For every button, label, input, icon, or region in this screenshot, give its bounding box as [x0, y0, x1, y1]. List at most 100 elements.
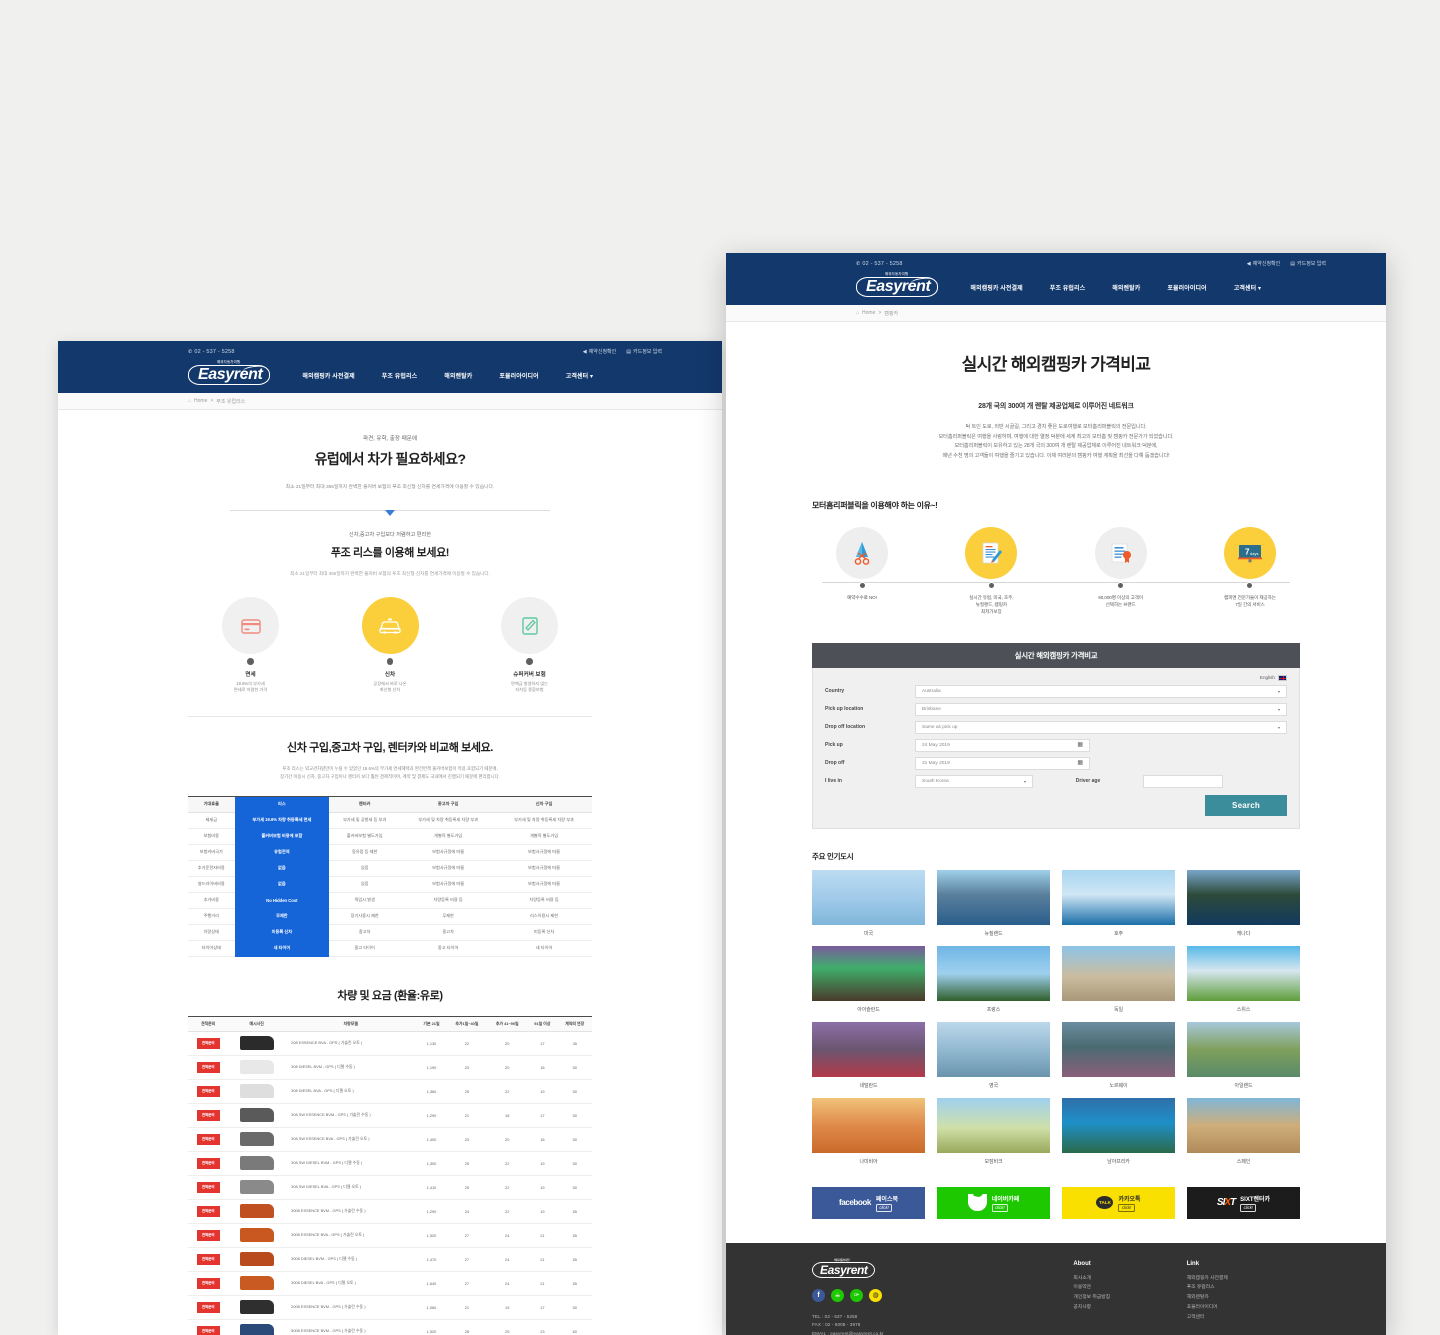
inquiry-button[interactable]: 견적문의 — [196, 1229, 220, 1241]
inquiry-button[interactable]: 견적문의 — [196, 1181, 220, 1193]
city-card-mountain-lake[interactable]: 캐나다 — [1187, 869, 1300, 937]
naver-blog-icon[interactable]: ✑ — [850, 1288, 863, 1302]
city-card-fjord[interactable]: 노르웨이 — [1062, 1021, 1175, 1089]
back-nav-item-3[interactable]: 포뮬러아이디어 — [499, 371, 538, 380]
car-icon — [379, 618, 401, 634]
city-card-milford-sound[interactable]: 뉴질랜드 — [937, 869, 1050, 937]
city-card-statue-of-liberty[interactable]: 미국 — [812, 869, 925, 937]
footer-link-1[interactable]: 푸조 유럽리스 — [1187, 1283, 1300, 1293]
nav-item-campervan-prepay[interactable]: 해외캠핑카 사전결제 — [970, 283, 1022, 292]
back-feature-2[interactable]: 슈퍼커버 보험 면책금 발생하지 않는 자차등 종합보험 — [477, 597, 582, 694]
back-nav-item-1[interactable]: 푸조 유럽리스 — [382, 371, 418, 380]
back-feature-1[interactable]: 신차 공장에서 바로 나온 최신형 신차 — [338, 597, 443, 694]
footer-about-link-1[interactable]: 이용약관 — [1073, 1283, 1186, 1293]
dropoff-location-select[interactable]: Same as pick up ▾ — [915, 720, 1287, 734]
facebook-icon[interactable]: f — [812, 1288, 825, 1302]
footer-link-0[interactable]: 해외캠핑카 사전결제 — [1187, 1274, 1300, 1284]
back-nav-item-2[interactable]: 해외렌탈카 — [444, 371, 472, 380]
dropoff-date-input[interactable]: 31 May 2019 ▦ — [915, 756, 1090, 770]
city-card-aurora[interactable]: 아이슬란드 — [812, 945, 925, 1013]
table-row[interactable]: 견적문의 3008 DIESEL BVM - GPS ( 디젤 수동 ) 1,470… — [188, 1247, 592, 1272]
reason-item-0[interactable]: 예약수수료 NO! — [812, 526, 912, 615]
city-card-alps-meadow[interactable]: 스위스 — [1187, 945, 1300, 1013]
kakaotalk-icon[interactable]: ◍ — [869, 1288, 882, 1302]
back-nav-item-4[interactable]: 고객센터 ▾ — [566, 371, 593, 380]
table-row[interactable]: 견적문의 308 DIESEL BVM - GPS ( 디젤 수동 ) 1,190 2… — [188, 1055, 592, 1080]
back-nav-item-0[interactable]: 해외캠핑카 사전결제 — [302, 371, 354, 380]
social-sixt[interactable]: SIXT SIXT렌터카 click! — [1187, 1186, 1300, 1219]
city-card-plaza-espana[interactable]: 스페인 — [1187, 1097, 1300, 1165]
util-link-card-info[interactable]: ▤ 카드정보 입력 — [1290, 260, 1326, 268]
inquiry-button[interactable]: 견적문의 — [196, 1037, 220, 1049]
table-row[interactable]: 견적문의 3008 ESSENCE BVM - GPS ( 가솔린 수동 ) 1,2… — [188, 1199, 592, 1224]
back-util-link-reservation[interactable]: ◀ 예약신청확인 — [583, 348, 616, 356]
table-row[interactable]: 견적문의 2008 ESSENCE BVM - GPS ( 가솔린 수동 ) 1,0… — [188, 1295, 592, 1320]
social-naver-cafe[interactable]: 네이버카페 click! — [937, 1186, 1050, 1219]
inquiry-button[interactable]: 견적문의 — [196, 1061, 220, 1073]
city-card-castle-ruin[interactable]: 아일랜드 — [1187, 1021, 1300, 1089]
table-row[interactable]: 견적문의 5008 ESSENCE BVM - GPS ( 가솔린 수동 ) 1,5… — [188, 1319, 592, 1335]
inquiry-button[interactable]: 견적문의 — [196, 1301, 220, 1313]
language-selector[interactable]: English — [825, 674, 1287, 681]
pickup-location-select[interactable]: Brisbane ▾ — [915, 702, 1287, 716]
footer-link-2[interactable]: 해외렌탈카 — [1187, 1293, 1300, 1303]
reason-item-1[interactable]: 실시간 유럽, 미국, 호주, 뉴질랜드, 캠핑카 최저가보장 — [941, 526, 1041, 615]
back-breadcrumb-home[interactable]: Home — [194, 398, 207, 404]
search-button[interactable]: Search — [1205, 794, 1287, 816]
social-facebook[interactable]: facebook 페이스북 click! — [812, 1186, 925, 1219]
city-card-eiffel-tower[interactable]: 프랑스 — [937, 945, 1050, 1013]
table-row[interactable]: 견적문의 208 ESSENCE BVA - GPS ( 가솔린 오토 ) 1,13… — [188, 1031, 592, 1056]
city-card-tulip-palace[interactable]: 네덜란드 — [812, 1021, 925, 1089]
city-card-sydney-skyline[interactable]: 호주 — [1062, 869, 1175, 937]
nav-item-peugeot-lease[interactable]: 푸조 유럽리스 — [1050, 283, 1086, 292]
footer-about-link-3[interactable]: 공지사항 — [1073, 1303, 1186, 1313]
inquiry-button[interactable]: 견적문의 — [196, 1277, 220, 1289]
breadcrumb-home[interactable]: Home — [862, 310, 875, 316]
naver-cafe-icon[interactable]: ☕ — [831, 1288, 844, 1302]
nav-item-formula-idea[interactable]: 포뮬러아이디어 — [1167, 283, 1206, 292]
nav-item-customer-center[interactable]: 고객센터 ▾ — [1234, 283, 1261, 292]
inquiry-button[interactable]: 견적문의 — [196, 1325, 220, 1335]
city-card-victoria-falls[interactable]: 남아프리카 — [1062, 1097, 1175, 1165]
util-link-reservation-check[interactable]: ◀ 예약신청확인 — [1247, 260, 1280, 268]
table-row[interactable]: 견적문의 308 SW ESSENCE BVM - GPS ( 가솔린 수동 ) 1… — [188, 1103, 592, 1128]
city-photo-fjord — [1062, 1021, 1175, 1077]
inquiry-button[interactable]: 견적문의 — [196, 1133, 220, 1145]
city-card-desert-dunes[interactable]: 나미비아 — [812, 1097, 925, 1165]
inquiry-button[interactable]: 견적문의 — [196, 1205, 220, 1217]
reason-item-2[interactable]: 90,000명 이상의 고객이 선택하는 브랜드 — [1071, 526, 1171, 615]
inquiry-button[interactable]: 견적문의 — [196, 1085, 220, 1097]
back-page-peugeot-lease[interactable]: ✆ 02 - 537 - 5258 ◀ 예약신청확인 ▤ 카드정보 입력 해외자… — [58, 341, 722, 1335]
table-row[interactable]: 견적문의 308 SW DIESEL BVM - GPS ( 디젤 수동 ) 1,3… — [188, 1151, 592, 1176]
city-card-tower-bridge[interactable]: 영국 — [937, 1021, 1050, 1089]
driver-age-input[interactable] — [1143, 774, 1223, 788]
live-in-select[interactable]: South Korea ▾ — [915, 774, 1033, 788]
table-row[interactable]: 견적문의 3008 DIESEL BVA - GPS ( 디젤 오토 ) 1,640… — [188, 1271, 592, 1296]
nav-item-overseas-rental[interactable]: 해외렌탈카 — [1112, 283, 1140, 292]
back-feature-0[interactable]: 면세 19.6%의 부가세 면세로 저렴한 가격 — [198, 597, 303, 694]
social-kakaotalk[interactable]: TALK 카카오톡 click! — [1062, 1186, 1175, 1219]
table-row[interactable]: 견적문의 308 SW ESSENCE BVA - GPS ( 가솔린 오토 ) 1… — [188, 1127, 592, 1152]
footer-link-3[interactable]: 포뮬러아이디어 — [1187, 1303, 1300, 1313]
back-logo[interactable]: 해외자동차여행 Easyrent — [188, 360, 271, 386]
site-logo[interactable]: 해외자동차여행 Easyrent — [856, 272, 939, 298]
country-select[interactable]: Australia ▾ — [915, 684, 1287, 698]
footer-logo[interactable]: 해외자동차여행 Easyrent — [812, 1258, 875, 1279]
table-row[interactable]: 견적문의 3008 ESSENCE BVA - GPS ( 가솔린 오토 ) 1,5… — [188, 1223, 592, 1248]
front-page-campervan-compare[interactable]: ✆ 02 - 537 - 5258 ◀ 예약신청확인 ▤ 카드정보 입력 해외자… — [726, 253, 1386, 1335]
pickup-date-input[interactable]: 24 May 2019 ▦ — [915, 738, 1090, 752]
city-card-brandenburg-gate[interactable]: 독일 — [1062, 945, 1175, 1013]
table-row[interactable]: 견적문의 308 SW DIESEL BVA - GPS ( 디젤 오토 ) 1,4… — [188, 1175, 592, 1200]
footer-about-link-2[interactable]: 개인정보 취급방침 — [1073, 1293, 1186, 1303]
inquiry-button[interactable]: 견적문의 — [196, 1109, 220, 1121]
inquiry-button[interactable]: 견적문의 — [196, 1157, 220, 1169]
city-card-elephants-savanna[interactable]: 모잠비크 — [937, 1097, 1050, 1165]
calendar-icon[interactable]: ▦ — [1077, 742, 1083, 748]
table-row[interactable]: 견적문의 308 DIESEL BVA - GPS ( 디젤 오토 ) 1,360 2… — [188, 1079, 592, 1104]
calendar-icon[interactable]: ▦ — [1077, 760, 1083, 766]
footer-about-link-0[interactable]: 회사소개 — [1073, 1274, 1186, 1284]
inquiry-button[interactable]: 견적문의 — [196, 1253, 220, 1265]
footer-link-4[interactable]: 고객센터 — [1187, 1313, 1300, 1323]
back-util-link-card[interactable]: ▤ 카드정보 입력 — [626, 348, 662, 356]
reason-item-3[interactable]: 7 days 캠피앤 전문가들이 제공하는 7일 간의 서비스 — [1200, 526, 1300, 615]
